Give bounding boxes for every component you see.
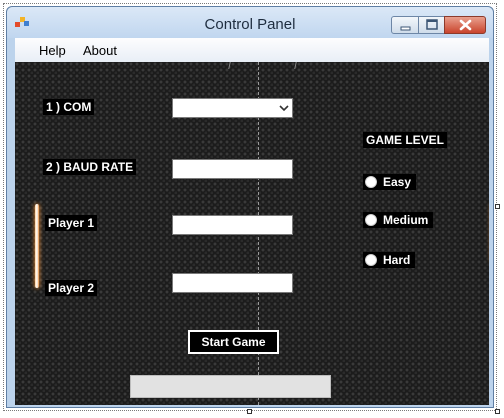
level-easy-label: Easy <box>383 175 412 189</box>
progress-bar <box>130 375 331 398</box>
level-medium-label: Medium <box>383 213 429 227</box>
maximize-button[interactable] <box>418 16 445 34</box>
baud-rate-label: 2 ) BAUD RATE <box>43 159 137 175</box>
com-port-select[interactable] <box>172 98 293 118</box>
radio-circle-icon <box>365 176 377 188</box>
resize-handle-bottom[interactable] <box>247 409 252 414</box>
menu-bar: Help About <box>15 38 489 62</box>
minimize-icon <box>400 26 411 31</box>
close-icon <box>459 19 472 31</box>
court-mark <box>228 62 231 69</box>
player2-label: Player 2 <box>45 280 98 296</box>
radio-circle-icon <box>365 254 377 266</box>
player2-input[interactable] <box>172 273 293 293</box>
resize-handle-corner[interactable] <box>495 409 500 414</box>
left-paddle <box>35 204 39 288</box>
minimize-button[interactable] <box>391 16 419 34</box>
resize-handle-right[interactable] <box>495 204 500 209</box>
court-mark <box>294 62 297 69</box>
player1-label: Player 1 <box>45 215 98 231</box>
menu-help[interactable]: Help <box>39 43 66 58</box>
com-label: 1 ) COM <box>43 99 95 115</box>
level-hard-radio[interactable]: Hard <box>363 252 416 268</box>
start-game-button[interactable]: Start Game <box>188 330 279 354</box>
level-medium-radio[interactable]: Medium <box>363 212 434 228</box>
game-panel: 1 ) COM 2 ) BAUD RATE Player 1 Player 2 … <box>15 62 489 405</box>
level-easy-radio[interactable]: Easy <box>363 174 417 190</box>
player1-input[interactable] <box>172 215 293 235</box>
close-button[interactable] <box>444 16 486 34</box>
maximize-icon <box>426 19 438 30</box>
game-level-heading: GAME LEVEL <box>363 132 448 148</box>
baud-rate-input[interactable] <box>172 159 293 179</box>
chevron-down-icon <box>279 105 289 112</box>
form-window: Control Panel Help About 1 ) COM 2) BAU… <box>6 6 494 408</box>
title-bar[interactable]: Control Panel <box>7 7 493 38</box>
radio-circle-icon <box>365 214 377 226</box>
level-hard-label: Hard <box>383 253 411 267</box>
menu-about[interactable]: About <box>83 43 117 58</box>
